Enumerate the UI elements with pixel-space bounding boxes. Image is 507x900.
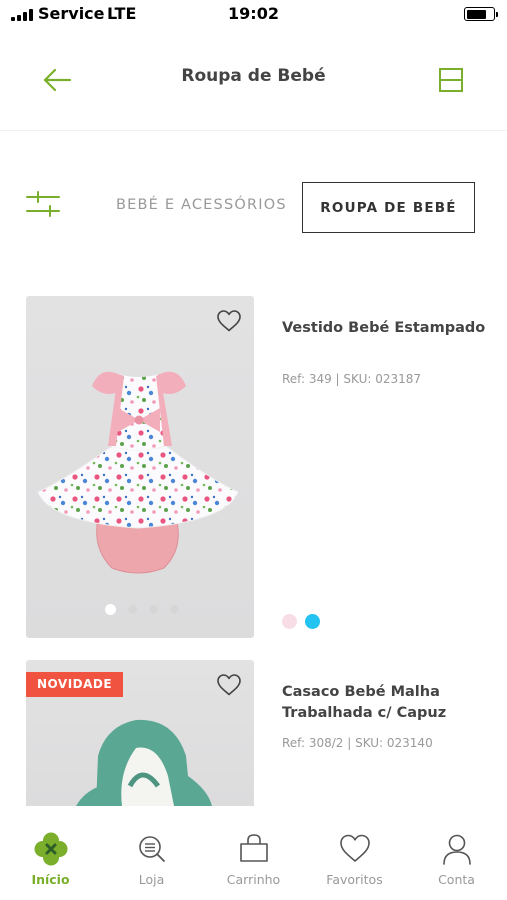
carousel-dot[interactable] [128,605,137,614]
sliders-icon [26,191,60,217]
tab-label: Início [31,872,70,887]
carousel-dot[interactable] [149,605,158,614]
image-carousel-indicator[interactable] [105,604,179,615]
tab-label: Conta [438,872,475,887]
color-swatch[interactable] [305,614,320,629]
heart-outline-icon [217,674,241,696]
product-image[interactable]: NOVIDADE [26,660,254,806]
product-card[interactable]: NOVIDADE Casaco Bebé Malha Trabalhada c/… [26,660,486,806]
tab-conta[interactable]: Conta [406,806,507,900]
tab-favoritos[interactable]: Favoritos [304,806,405,900]
tab-label: Loja [138,872,165,887]
color-swatches [282,614,320,629]
carousel-dot[interactable] [170,605,179,614]
heart-icon [338,832,372,866]
page-title: Roupa de Bebé [181,66,326,86]
color-swatch[interactable] [282,614,297,629]
status-bar: Service LTE 19:02 [0,0,507,30]
search-list-icon [135,832,169,866]
product-image[interactable] [26,296,254,638]
bag-icon [237,832,271,866]
heart-outline-icon [217,310,241,332]
tab-carrinho[interactable]: Carrinho [203,806,304,900]
split-view-icon [439,68,463,92]
tab-label: Carrinho [226,872,281,887]
favorite-button[interactable] [216,673,242,697]
new-badge: NOVIDADE [26,672,124,697]
filter-button[interactable] [25,190,61,220]
battery-icon [464,7,498,21]
status-time: 19:02 [228,4,279,23]
favorite-button[interactable] [216,309,242,333]
tab-loja[interactable]: Loja [101,806,202,900]
category-button-roupa-bebe[interactable]: ROUPA DE BEBÉ [302,182,475,233]
layout-toggle-button[interactable] [437,66,465,94]
bottom-tab-bar: Início Loja Carrinho Favoritos Conta [0,806,507,900]
product-ref: Ref: 308/2 | SKU: 023140 [282,736,433,750]
tab-label: Favoritos [326,872,383,887]
product-name[interactable]: Casaco Bebé Malha Trabalhada c/ Capuz [282,682,492,724]
tab-inicio[interactable]: Início [0,806,101,900]
dress-illustration [37,371,239,574]
product-ref: Ref: 349 | SKU: 023187 [282,372,422,386]
product-name[interactable]: Vestido Bebé Estampado [282,318,492,339]
app-header: Roupa de Bebé [0,30,507,131]
product-card[interactable]: Vestido Bebé Estampado Ref: 349 | SKU: 0… [26,296,486,638]
clover-icon [34,832,68,866]
carousel-dot[interactable] [105,604,116,615]
category-link-bebe-acessorios[interactable]: BEBÉ E ACESSÓRIOS [116,197,287,213]
user-icon [440,832,474,866]
